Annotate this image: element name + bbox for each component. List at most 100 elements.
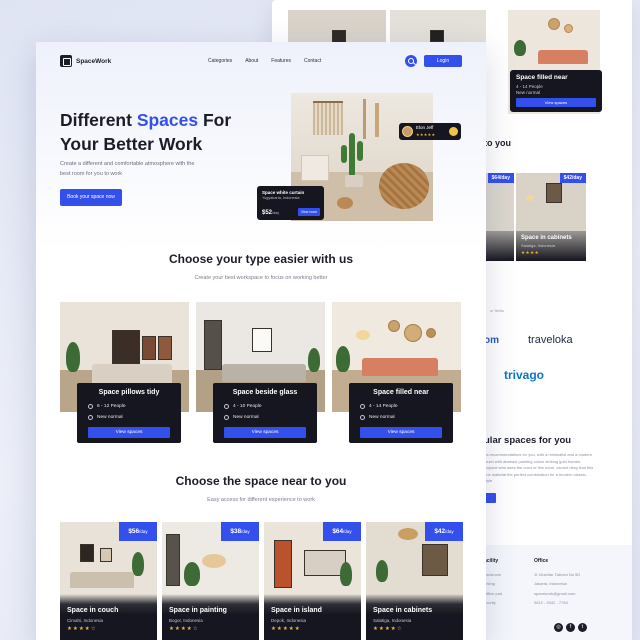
avatar bbox=[402, 126, 413, 137]
near-card-4[interactable]: $42/day Space in cabinets Salatiga, Indo… bbox=[366, 522, 463, 640]
hero-space-card: Space white curtain Yogyakarta, Indonesi… bbox=[257, 186, 324, 220]
hero-user-name: Elon Jeff bbox=[416, 125, 434, 130]
view-spaces-button[interactable]: View spaces bbox=[88, 427, 170, 438]
view-room-button[interactable]: View room bbox=[298, 208, 320, 216]
type-card-title: Space beside glass bbox=[232, 389, 298, 396]
near-card-title: Space in island bbox=[271, 607, 322, 614]
people-icon bbox=[88, 404, 93, 409]
book-space-button[interactable]: Book your space now bbox=[60, 189, 122, 206]
near-card-3[interactable]: $64/day Space in island Depok, Indonesia… bbox=[264, 522, 361, 640]
twitter-icon[interactable]: t bbox=[578, 623, 587, 632]
back-near-price-1: $64/day bbox=[487, 173, 514, 183]
near-card-location: Salatiga, Indonesia bbox=[373, 618, 412, 623]
hero-card-price: $52/day bbox=[262, 210, 280, 216]
back-near-location-2: Salatiga, Indonesia bbox=[521, 243, 556, 248]
near-section-title: Choose the space near to you bbox=[175, 474, 347, 488]
search-icon[interactable] bbox=[405, 55, 417, 67]
back-near-price-2: $42/day bbox=[559, 173, 586, 183]
types-section-subtitle: Create your best workspace to focus on w… bbox=[194, 275, 328, 281]
footer-office-email[interactable]: spacework@gmail.com bbox=[534, 589, 580, 599]
hero-card-title: Space white curtain bbox=[262, 190, 305, 195]
near-card-2[interactable]: $38/day Space in painting Bogor, Indones… bbox=[162, 522, 259, 640]
back-near-title: to you bbox=[484, 138, 511, 148]
landing-page: SpaceWork Categories About Features Cont… bbox=[36, 42, 486, 640]
footer-col-facility: acility oardroom orking Office pod ecuri… bbox=[484, 557, 502, 608]
type-card-3: Space filled near 4 - 14 People New norm… bbox=[349, 383, 453, 443]
near-card-info: Space in island Depok, Indonesia ★★★★★ bbox=[264, 594, 361, 640]
near-card-rating: ★★★★☆ bbox=[169, 626, 199, 632]
people-icon bbox=[224, 404, 229, 409]
facebook-icon[interactable]: f bbox=[566, 623, 575, 632]
back-top-photo-1 bbox=[288, 10, 386, 44]
partner-logo-traveloka: traveloka bbox=[528, 334, 573, 346]
hero-title-line2: Your Better Work bbox=[60, 134, 203, 154]
view-spaces-button[interactable]: View spaces bbox=[360, 427, 442, 438]
near-card-rating: ★★★★☆ bbox=[373, 626, 403, 632]
footer-facility-item[interactable]: Office pod bbox=[484, 589, 502, 599]
top-navbar: SpaceWork Categories About Features Cont… bbox=[60, 54, 462, 70]
footer-office-heading: Office bbox=[534, 558, 549, 564]
type-card-people: 4 - 14 People bbox=[360, 404, 398, 409]
partner-logo-com: om bbox=[484, 335, 499, 346]
footer-facility-item[interactable]: oardroom bbox=[484, 570, 502, 580]
near-card-info: Space in cabinets Salatiga, Indonesia ★★… bbox=[366, 594, 463, 640]
footer-office-address: Jl. Muchtar Tabrani No 5D bbox=[534, 571, 581, 577]
near-card-location: Depok, Indonesia bbox=[271, 618, 307, 623]
footer-facility-item[interactable]: orking bbox=[484, 579, 502, 589]
hero-title-accent: Spaces bbox=[136, 110, 199, 130]
nav-link-categories[interactable]: Categories bbox=[208, 58, 232, 64]
view-spaces-button[interactable]: View spaces bbox=[224, 427, 306, 438]
logo-icon bbox=[60, 55, 72, 67]
type-card-people: 4 - 10 People bbox=[224, 404, 262, 409]
type-card-1: Space pillows tidy 6 - 12 People New nor… bbox=[77, 383, 181, 443]
back-hero-condition: New normal bbox=[516, 90, 541, 95]
back-near-card-2[interactable]: $42/day Space in cabinets Salatiga, Indo… bbox=[516, 173, 586, 261]
near-card-rating: ★★★★☆ bbox=[67, 626, 97, 632]
near-price-badge: $64/day bbox=[323, 522, 361, 541]
shield-icon bbox=[88, 415, 93, 420]
near-card-rating: ★★★★★ bbox=[271, 626, 301, 632]
hero-user-badge: Elon Jeff ★★★★★ bbox=[399, 123, 461, 140]
back-popular-text: ea recommendations for you, with a minim… bbox=[484, 452, 594, 483]
back-near-stars-2: ★★★★ bbox=[521, 250, 540, 255]
hero-user-rating: ★★★★★ bbox=[416, 132, 436, 137]
partner-logo-trivago: trivago bbox=[504, 368, 545, 382]
near-card-location: Bogor, Indonesia bbox=[169, 618, 203, 623]
nav-link-features[interactable]: Features bbox=[271, 58, 291, 64]
near-card-location: Cimahi, Indonesia bbox=[67, 618, 104, 623]
shield-icon bbox=[360, 415, 365, 420]
back-near-info-2: Space in cabinets Salatiga, Indonesia ★★… bbox=[516, 231, 586, 261]
footer-facility-item[interactable]: ecurity bbox=[484, 598, 502, 608]
type-card-condition: New normal bbox=[88, 415, 123, 420]
near-card-info: Space in couch Cimahi, Indonesia ★★★★☆ bbox=[60, 594, 157, 640]
nav-links: Categories About Features Contact bbox=[208, 58, 321, 64]
hero-card-location: Yogyakarta, Indonesia bbox=[262, 196, 300, 200]
types-section-title: Choose your type easier with us bbox=[168, 252, 354, 266]
near-price-badge: $56/day bbox=[119, 522, 157, 541]
nav-link-contact[interactable]: Contact bbox=[304, 58, 321, 64]
back-hero-people: 4 - 14 People bbox=[516, 84, 543, 89]
emoji-icon bbox=[449, 127, 458, 136]
type-card-2: Space beside glass 4 - 10 People New nor… bbox=[213, 383, 317, 443]
hero-title: Different Spaces For Your Better Work bbox=[60, 108, 231, 156]
near-card-title: Space in painting bbox=[169, 607, 227, 614]
type-card-title: Space pillows tidy bbox=[98, 389, 160, 396]
near-card-1[interactable]: $56/day Space in couch Cimahi, Indonesia… bbox=[60, 522, 157, 640]
near-price-badge: $42/day bbox=[425, 522, 463, 541]
type-card-condition: New normal bbox=[224, 415, 259, 420]
near-card-info: Space in painting Bogor, Indonesia ★★★★☆ bbox=[162, 594, 259, 640]
near-section-subtitle: Easy access for different experience to … bbox=[207, 497, 315, 503]
people-icon bbox=[360, 404, 365, 409]
brand-logo[interactable]: SpaceWork bbox=[60, 55, 111, 67]
hero-title-part2: For bbox=[198, 110, 232, 130]
instagram-icon[interactable]: ◎ bbox=[554, 623, 563, 632]
back-top-photo-2 bbox=[390, 10, 486, 44]
type-card-title: Space filled near bbox=[373, 389, 429, 396]
nav-link-about[interactable]: About bbox=[245, 58, 258, 64]
back-near-title-2: Space in cabinets bbox=[521, 235, 572, 241]
login-button[interactable]: Login bbox=[424, 55, 462, 67]
shield-icon bbox=[224, 415, 229, 420]
near-price-badge: $38/day bbox=[221, 522, 259, 541]
footer-facility-heading: acility bbox=[484, 558, 499, 564]
back-hero-button[interactable]: View spaces bbox=[516, 98, 596, 107]
